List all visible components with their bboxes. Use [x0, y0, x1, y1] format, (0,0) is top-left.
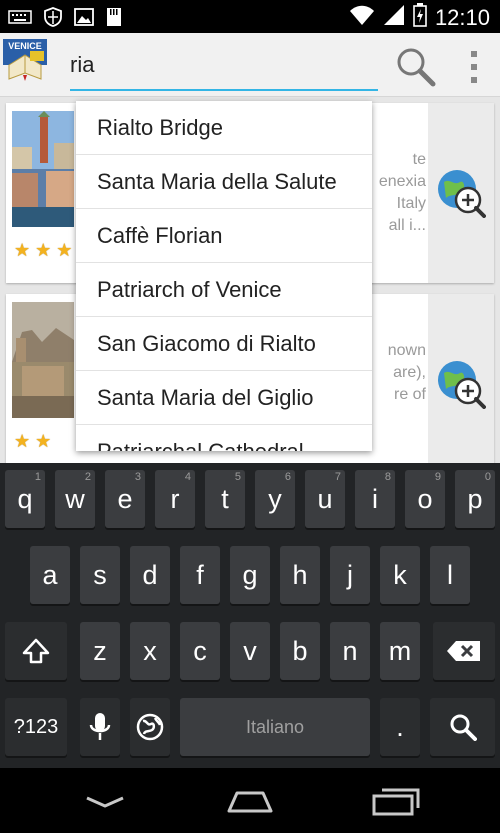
suggestion-item[interactable]: Patriarch of Venice [76, 263, 372, 317]
suggestion-item[interactable]: Santa Maria del Giglio [76, 371, 372, 425]
system-icons: 12:10 [349, 3, 490, 32]
shift-arrow-icon [22, 638, 50, 664]
symbols-key[interactable]: ?123 [5, 698, 67, 756]
shield-icon [44, 7, 62, 32]
status-bar: 12:10 [0, 0, 500, 33]
key-m[interactable]: m [380, 622, 420, 680]
key-f[interactable]: f [180, 546, 220, 604]
navigation-bar [0, 768, 500, 833]
suggestion-item[interactable]: Santa Maria della Salute [76, 155, 372, 209]
notification-icons [8, 7, 122, 32]
voice-input-key[interactable] [80, 698, 120, 756]
action-bar: VENICE [0, 33, 500, 97]
map-zoom-button[interactable] [428, 103, 494, 283]
shift-key[interactable] [5, 622, 67, 680]
key-s[interactable]: s [80, 546, 120, 604]
star-icon: ★ [14, 240, 31, 260]
globe-zoom-icon [438, 170, 486, 218]
rating-stars: ★ ★ [14, 432, 51, 450]
back-chevron-icon [86, 796, 124, 808]
key-q[interactable]: q1 [5, 470, 45, 528]
key-y[interactable]: y6 [255, 470, 295, 528]
backspace-key[interactable] [433, 622, 495, 680]
map-zoom-button[interactable] [428, 294, 494, 463]
battery-charging-icon [413, 3, 427, 32]
star-icon: ★ [35, 431, 52, 451]
globe-zoom-icon [438, 361, 486, 409]
key-l[interactable]: l [430, 546, 470, 604]
key-e[interactable]: e3 [105, 470, 145, 528]
key-u[interactable]: u7 [305, 470, 345, 528]
search-icon [450, 714, 477, 741]
key-n[interactable]: n [330, 622, 370, 680]
key-a[interactable]: a [30, 546, 70, 604]
period-key[interactable]: . [380, 698, 420, 756]
key-z[interactable]: z [80, 622, 120, 680]
description-text: te enexia Italy all i... [378, 151, 426, 234]
key-c[interactable]: c [180, 622, 220, 680]
search-key[interactable] [430, 698, 495, 756]
thumbnail-image [12, 302, 74, 418]
clock: 12:10 [434, 4, 490, 30]
globe-icon [136, 713, 164, 741]
key-j[interactable]: j [330, 546, 370, 604]
suggestion-item[interactable]: Rialto Bridge [76, 101, 372, 155]
key-x[interactable]: x [130, 622, 170, 680]
signal-icon [383, 4, 405, 31]
star-icon: ★ [35, 240, 52, 260]
key-r[interactable]: r4 [155, 470, 195, 528]
rating-stars: ★ ★ ★ [14, 241, 72, 259]
key-w[interactable]: w2 [55, 470, 95, 528]
soft-keyboard: q1 w2 e3 r4 t5 y6 u7 i8 o9 p0 a s d f g … [0, 463, 500, 768]
search-field[interactable] [70, 45, 378, 91]
thumbnail-image [12, 111, 74, 227]
search-input[interactable] [70, 45, 378, 85]
recent-apps-button[interactable] [365, 782, 425, 822]
keyboard-icon [8, 9, 32, 30]
key-t[interactable]: t5 [205, 470, 245, 528]
star-icon: ★ [56, 240, 73, 260]
search-button[interactable] [394, 45, 438, 89]
search-icon [397, 48, 436, 87]
recent-apps-icon [372, 788, 420, 816]
home-icon [227, 791, 273, 813]
key-p[interactable]: p0 [455, 470, 495, 528]
suggestion-item[interactable]: Caffè Florian [76, 209, 372, 263]
image-icon [74, 8, 94, 31]
svg-text:VENICE: VENICE [8, 41, 42, 51]
key-h[interactable]: h [280, 546, 320, 604]
key-b[interactable]: b [280, 622, 320, 680]
backspace-icon [447, 641, 480, 661]
search-suggestions[interactable]: Rialto Bridge Santa Maria della Salute C… [76, 101, 372, 451]
key-g[interactable]: g [230, 546, 270, 604]
key-o[interactable]: o9 [405, 470, 445, 528]
key-v[interactable]: v [230, 622, 270, 680]
star-icon: ★ [14, 431, 31, 451]
key-k[interactable]: k [380, 546, 420, 604]
key-d[interactable]: d [130, 546, 170, 604]
key-i[interactable]: i8 [355, 470, 395, 528]
back-button[interactable] [75, 782, 135, 822]
suggestion-item[interactable]: San Giacomo di Rialto [76, 317, 372, 371]
app-logo[interactable]: VENICE [3, 39, 47, 83]
overflow-menu-icon[interactable] [462, 47, 486, 87]
language-key[interactable] [130, 698, 170, 756]
microphone-icon [89, 713, 111, 740]
description-text: nown are), re of [387, 342, 426, 403]
wifi-icon [349, 4, 375, 31]
home-button[interactable] [220, 782, 280, 822]
sd-card-icon [106, 7, 122, 32]
space-key[interactable]: Italiano [180, 698, 370, 756]
suggestion-item[interactable]: Patriarchal Cathedral [76, 425, 372, 452]
